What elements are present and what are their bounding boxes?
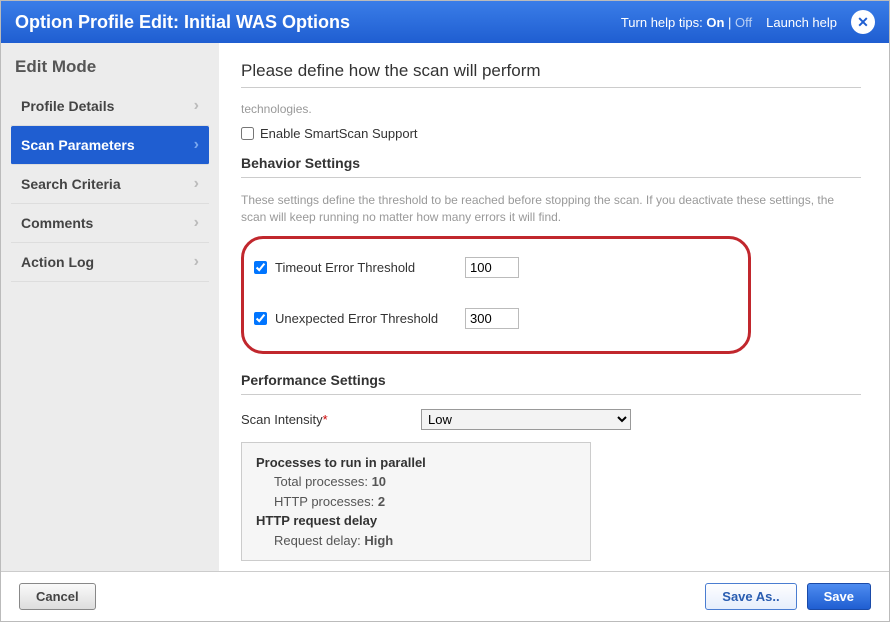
unexpected-threshold-input[interactable] [465,308,519,329]
sidebar: Edit Mode Profile Details › Scan Paramet… [1,43,219,571]
save-button[interactable]: Save [807,583,871,610]
timeout-threshold-checkbox[interactable] [254,261,267,274]
smartscan-row: Enable SmartScan Support [241,126,861,141]
dialog-footer: Cancel Save As.. Save [1,571,889,621]
main-heading: Please define how the scan will perform [241,61,861,81]
close-icon: ✕ [857,14,869,31]
required-asterisk: * [323,412,328,427]
sidebar-item-label: Search Criteria [21,176,121,192]
sidebar-item-label: Action Log [21,254,94,270]
timeout-threshold-label: Timeout Error Threshold [275,260,465,275]
close-button[interactable]: ✕ [851,10,875,34]
processes-head: Processes to run in parallel [256,453,576,473]
behavior-settings-head: Behavior Settings [241,155,861,171]
unexpected-threshold-row: Unexpected Error Threshold [254,308,730,329]
scan-intensity-label: Scan Intensity* [241,412,421,427]
save-as-button[interactable]: Save As.. [705,583,796,610]
sidebar-title: Edit Mode [11,57,209,77]
dialog-title: Option Profile Edit: Initial WAS Options [15,12,350,33]
timeout-threshold-row: Timeout Error Threshold [254,257,730,278]
chevron-right-icon: › [194,253,199,271]
unexpected-threshold-label: Unexpected Error Threshold [275,311,465,326]
sidebar-item-action-log[interactable]: Action Log › [11,243,209,282]
smartscan-checkbox[interactable] [241,127,254,140]
divider [241,87,861,88]
chevron-right-icon: › [194,214,199,232]
behavior-highlight-box: Timeout Error Threshold Unexpected Error… [241,236,751,354]
top-fragment-text: technologies. [241,102,861,116]
chevron-right-icon: › [194,136,199,154]
request-delay-line: Request delay: High [274,531,576,551]
sidebar-item-label: Comments [21,215,93,231]
behavior-settings-desc: These settings define the threshold to b… [241,192,861,226]
help-tips-on[interactable]: On [706,15,724,30]
divider [241,394,861,395]
chevron-right-icon: › [194,97,199,115]
title-bar-right: Turn help tips: On | Off Launch help ✕ [621,10,875,34]
launch-help-link[interactable]: Launch help [766,15,837,30]
performance-info-box: Processes to run in parallel Total proce… [241,442,591,562]
help-tips-toggle: Turn help tips: On | Off [621,15,752,30]
scan-intensity-select[interactable]: Low [421,409,631,430]
sidebar-item-profile-details[interactable]: Profile Details › [11,87,209,126]
chevron-right-icon: › [194,175,199,193]
http-processes-line: HTTP processes: 2 [274,492,576,512]
scan-intensity-row: Scan Intensity* Low [241,409,861,430]
unexpected-threshold-checkbox[interactable] [254,312,267,325]
smartscan-label: Enable SmartScan Support [260,126,418,141]
request-delay-head: HTTP request delay [256,511,576,531]
sidebar-item-scan-parameters[interactable]: Scan Parameters › [11,126,209,165]
timeout-threshold-input[interactable] [465,257,519,278]
help-tips-off[interactable]: Off [735,15,752,30]
performance-settings-head: Performance Settings [241,372,861,388]
sidebar-item-comments[interactable]: Comments › [11,204,209,243]
footer-right: Save As.. Save [705,583,871,610]
cancel-button[interactable]: Cancel [19,583,96,610]
dialog-window: Option Profile Edit: Initial WAS Options… [0,0,890,622]
main-panel: Please define how the scan will perform … [219,43,889,571]
dialog-body: Edit Mode Profile Details › Scan Paramet… [1,43,889,571]
sidebar-item-search-criteria[interactable]: Search Criteria › [11,165,209,204]
total-processes-line: Total processes: 10 [274,472,576,492]
sidebar-item-label: Scan Parameters [21,137,135,153]
title-bar: Option Profile Edit: Initial WAS Options… [1,1,889,43]
sidebar-item-label: Profile Details [21,98,114,114]
divider [241,177,861,178]
